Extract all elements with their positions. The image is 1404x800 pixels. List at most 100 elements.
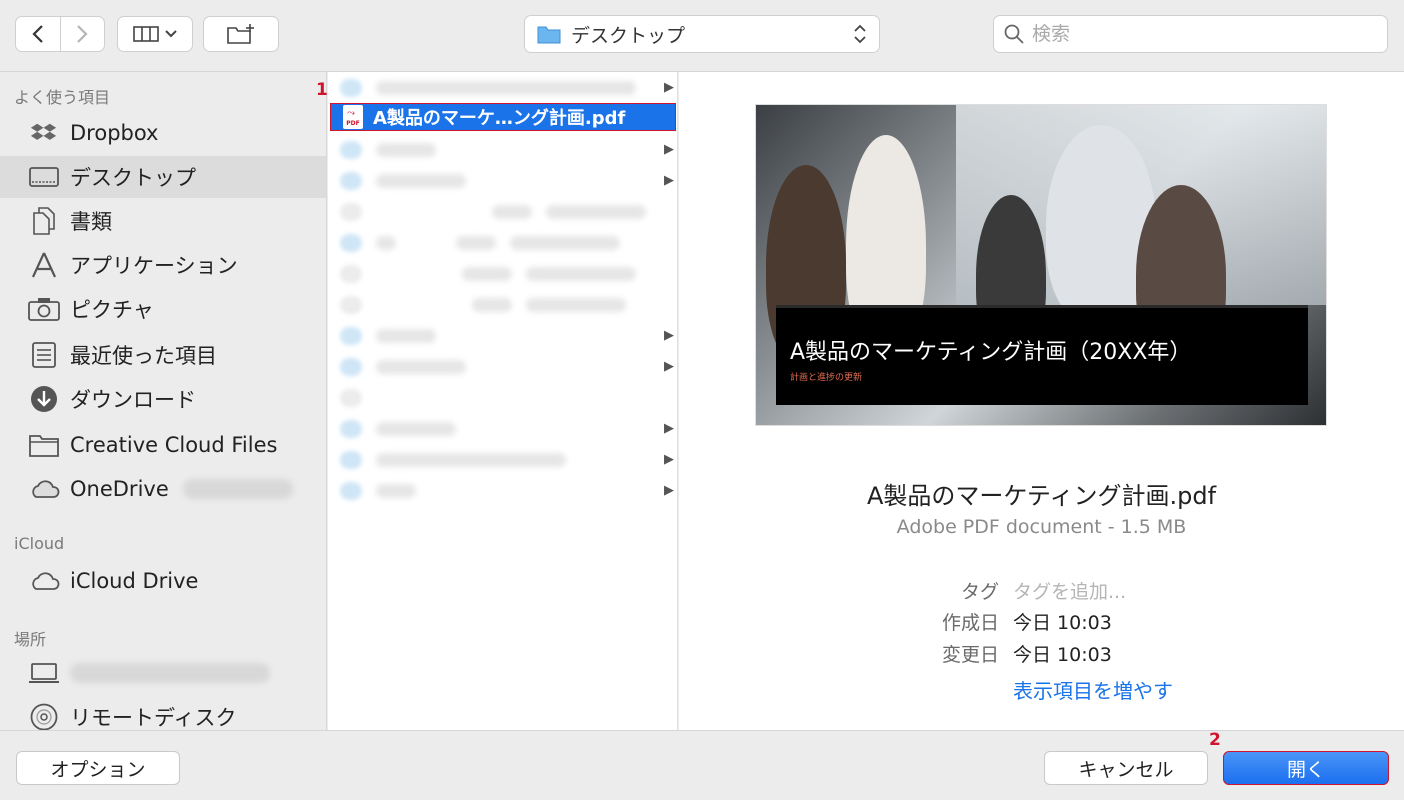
cloud-icon: [28, 567, 60, 595]
sidebar-item-desktop[interactable]: デスクトップ: [0, 156, 326, 198]
sidebar-item-onedrive[interactable]: OneDrive: [0, 468, 326, 510]
chevron-right-icon: [77, 25, 88, 43]
search-field[interactable]: [993, 15, 1388, 53]
sidebar-item-pictures[interactable]: ピクチャ: [0, 288, 326, 330]
sidebar-item-computer[interactable]: [0, 652, 326, 694]
view-mode-button[interactable]: [117, 16, 193, 52]
sidebar-item-applications[interactable]: アプリケーション: [0, 244, 326, 286]
step-marker-1: 1: [316, 80, 328, 100]
folder-icon: [537, 26, 561, 44]
updown-icon: [854, 24, 866, 44]
applications-icon: [28, 251, 60, 279]
list-item[interactable]: [328, 289, 677, 320]
selected-file-row[interactable]: ⤳ PDF A製品のマーケ…ング計画.pdf: [330, 103, 676, 131]
sidebar-item-label: Dropbox: [70, 121, 159, 145]
pdf-file-icon: ⤳ PDF: [343, 105, 363, 129]
list-item[interactable]: ▶: [328, 320, 677, 351]
redacted-computer-name: [70, 663, 270, 683]
disclosure-arrow-icon: ▶: [664, 359, 674, 374]
list-item[interactable]: ▶: [328, 475, 677, 506]
disclosure-arrow-icon: ▶: [664, 173, 674, 188]
disclosure-arrow-icon: ▶: [664, 421, 674, 436]
disclosure-arrow-icon: ▶: [664, 80, 674, 95]
section-header-locations: 場所: [14, 630, 47, 649]
list-item[interactable]: ▶: [328, 72, 677, 103]
list-item[interactable]: [328, 196, 677, 227]
list-item[interactable]: ▶: [328, 165, 677, 196]
list-item[interactable]: ▶: [328, 351, 677, 382]
forward-button[interactable]: [59, 17, 105, 51]
new-folder-icon: [227, 24, 254, 44]
toolbar: デスクトップ: [0, 0, 1404, 72]
laptop-icon: [28, 659, 60, 687]
section-header-favorites: よく使う項目: [14, 88, 111, 107]
thumbnail-subtitle: 計画と進捗の更新: [790, 373, 863, 383]
chevron-left-icon: [32, 25, 43, 43]
modified-label: 変更日: [941, 644, 999, 666]
search-icon: [1004, 24, 1024, 44]
sidebar-item-label: リモートディスク: [70, 706, 237, 730]
modified-value: 今日 10:03: [1013, 644, 1112, 666]
sidebar-item-remote-disc[interactable]: リモートディスク: [0, 696, 326, 730]
sidebar-item-downloads[interactable]: ダウンロード: [0, 378, 326, 420]
search-input[interactable]: [1032, 23, 1352, 45]
disclosure-arrow-icon: ▶: [664, 452, 674, 467]
nav-buttons: [15, 16, 105, 52]
sidebar-item-dropbox[interactable]: Dropbox: [0, 112, 326, 154]
disclosure-arrow-icon: ▶: [664, 328, 674, 343]
location-select[interactable]: デスクトップ: [524, 15, 880, 53]
sidebar-item-label: ダウンロード: [70, 388, 196, 412]
cancel-button[interactable]: キャンセル: [1044, 751, 1208, 785]
download-icon: [28, 385, 60, 413]
list-item[interactable]: [328, 382, 677, 413]
options-button[interactable]: オプション: [16, 751, 180, 785]
created-value: 今日 10:03: [1013, 612, 1112, 634]
preview-file-name: A製品のマーケティング計画.pdf: [866, 482, 1217, 510]
sidebar: よく使う項目 Dropbox デスクトップ 書類 アプリケーション ピクチャ 最: [0, 72, 327, 730]
sidebar-item-label: 最近使った項目: [70, 344, 217, 368]
back-button[interactable]: [16, 17, 60, 51]
dropbox-icon: [28, 119, 60, 147]
open-button[interactable]: 開く: [1223, 751, 1389, 785]
sidebar-item-label: Creative Cloud Files: [70, 433, 278, 457]
list-item[interactable]: ▶: [328, 444, 677, 475]
folder-icon: [28, 431, 60, 459]
recents-icon: [28, 341, 60, 369]
location-label: デスクトップ: [571, 24, 686, 47]
show-more-link[interactable]: 表示項目を増やす: [1013, 675, 1173, 704]
preview-pane: A製品のマーケティング計画（20XX年） 計画と進捗の更新 A製品のマーケティン…: [679, 72, 1404, 730]
cloud-icon: [28, 475, 60, 503]
step-marker-2: 2: [1209, 730, 1221, 750]
sidebar-item-label: アプリケーション: [70, 254, 238, 278]
disc-icon: [28, 703, 60, 730]
section-header-icloud: iCloud: [14, 534, 65, 553]
sidebar-item-recents[interactable]: 最近使った項目: [0, 334, 326, 376]
sidebar-item-label: OneDrive: [70, 477, 169, 501]
list-item[interactable]: ▶: [328, 134, 677, 165]
disclosure-arrow-icon: ▶: [664, 483, 674, 498]
desktop-icon: [28, 163, 60, 191]
sidebar-item-label: iCloud Drive: [70, 569, 199, 593]
list-item[interactable]: [328, 227, 677, 258]
thumbnail-title: A製品のマーケティング計画（20XX年）: [790, 340, 1192, 365]
list-item[interactable]: ▶: [328, 413, 677, 444]
preview-file-kind: Adobe PDF document - 1.5 MB: [896, 516, 1187, 538]
sidebar-item-label: デスクトップ: [70, 166, 196, 190]
tag-input[interactable]: タグを追加...: [1013, 577, 1126, 604]
list-item[interactable]: [328, 258, 677, 289]
thumbnail-title-box: A製品のマーケティング計画（20XX年） 計画と進捗の更新: [776, 305, 1308, 405]
sidebar-item-label: ピクチャ: [70, 298, 154, 322]
redacted-account: [182, 479, 293, 499]
camera-icon: [28, 295, 60, 323]
sidebar-item-documents[interactable]: 書類: [0, 200, 326, 242]
new-folder-button[interactable]: [203, 16, 279, 52]
sidebar-item-label: 書類: [70, 210, 112, 234]
created-label: 作成日: [941, 612, 999, 634]
column-view-icon: [133, 26, 159, 42]
bottom-bar: オプション キャンセル 開く: [0, 730, 1404, 800]
sidebar-item-icloud-drive[interactable]: iCloud Drive: [0, 560, 326, 602]
chevron-down-icon: [165, 30, 177, 38]
sidebar-item-creative-cloud[interactable]: Creative Cloud Files: [0, 424, 326, 466]
selected-file-name: A製品のマーケ…ング計画.pdf: [373, 108, 626, 129]
disclosure-arrow-icon: ▶: [664, 142, 674, 157]
